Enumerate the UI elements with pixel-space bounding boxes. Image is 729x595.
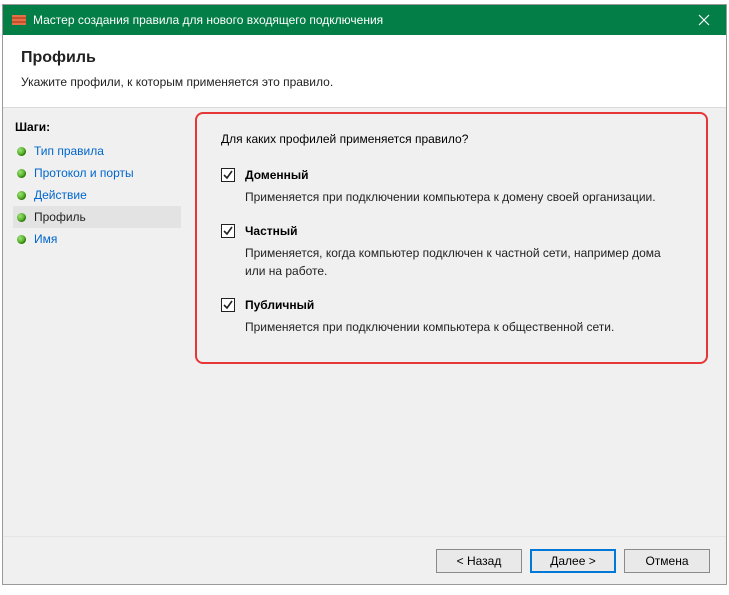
page-title: Профиль [21,49,708,67]
option-label: Доменный [245,168,309,182]
wizard-window: Мастер создания правила для нового входя… [2,4,727,585]
main-panel: Для каких профилей применяется правило? … [191,108,726,536]
bullet-icon [17,235,26,244]
option-desc: Применяется при подключении компьютера к… [245,318,665,336]
step-rule-type[interactable]: Тип правила [13,140,181,162]
steps-heading: Шаги: [13,116,181,140]
step-action[interactable]: Действие [13,184,181,206]
wizard-footer: < Назад Далее > Отмена [3,536,726,584]
step-label: Имя [34,232,57,246]
option-public: Публичный Применяется при подключении ко… [221,298,678,336]
step-protocol-ports[interactable]: Протокол и порты [13,162,181,184]
check-icon [223,170,233,180]
step-label: Протокол и порты [34,166,134,180]
option-desc: Применяется, когда компьютер подключен к… [245,244,665,280]
wizard-body: Шаги: Тип правила Протокол и порты Дейст… [3,108,726,536]
step-label: Действие [34,188,87,202]
step-name[interactable]: Имя [13,228,181,250]
step-label: Тип правила [34,144,104,158]
bullet-icon [17,191,26,200]
check-icon [223,226,233,236]
option-label: Частный [245,224,298,238]
checkbox-private[interactable] [221,224,235,238]
cancel-button[interactable]: Отмена [624,549,710,573]
bullet-icon [17,147,26,156]
checkbox-public[interactable] [221,298,235,312]
bullet-icon [17,169,26,178]
firewall-icon [11,12,27,28]
option-domain: Доменный Применяется при подключении ком… [221,168,678,206]
checkbox-domain[interactable] [221,168,235,182]
titlebar: Мастер создания правила для нового входя… [3,5,726,35]
back-button[interactable]: < Назад [436,549,522,573]
step-label: Профиль [34,210,86,224]
step-profile[interactable]: Профиль [13,206,181,228]
content-inner: Для каких профилей применяется правило? … [191,108,708,336]
close-icon [698,14,710,26]
option-label: Публичный [245,298,314,312]
page-header: Профиль Укажите профили, к которым приме… [3,35,726,108]
profile-question: Для каких профилей применяется правило? [221,132,678,146]
next-button[interactable]: Далее > [530,549,616,573]
close-button[interactable] [681,5,726,35]
window-title: Мастер создания правила для нового входя… [33,13,681,27]
page-subtitle: Укажите профили, к которым применяется э… [21,75,708,89]
check-icon [223,300,233,310]
bullet-icon [17,213,26,222]
steps-sidebar: Шаги: Тип правила Протокол и порты Дейст… [3,108,191,536]
option-desc: Применяется при подключении компьютера к… [245,188,665,206]
option-private: Частный Применяется, когда компьютер под… [221,224,678,280]
